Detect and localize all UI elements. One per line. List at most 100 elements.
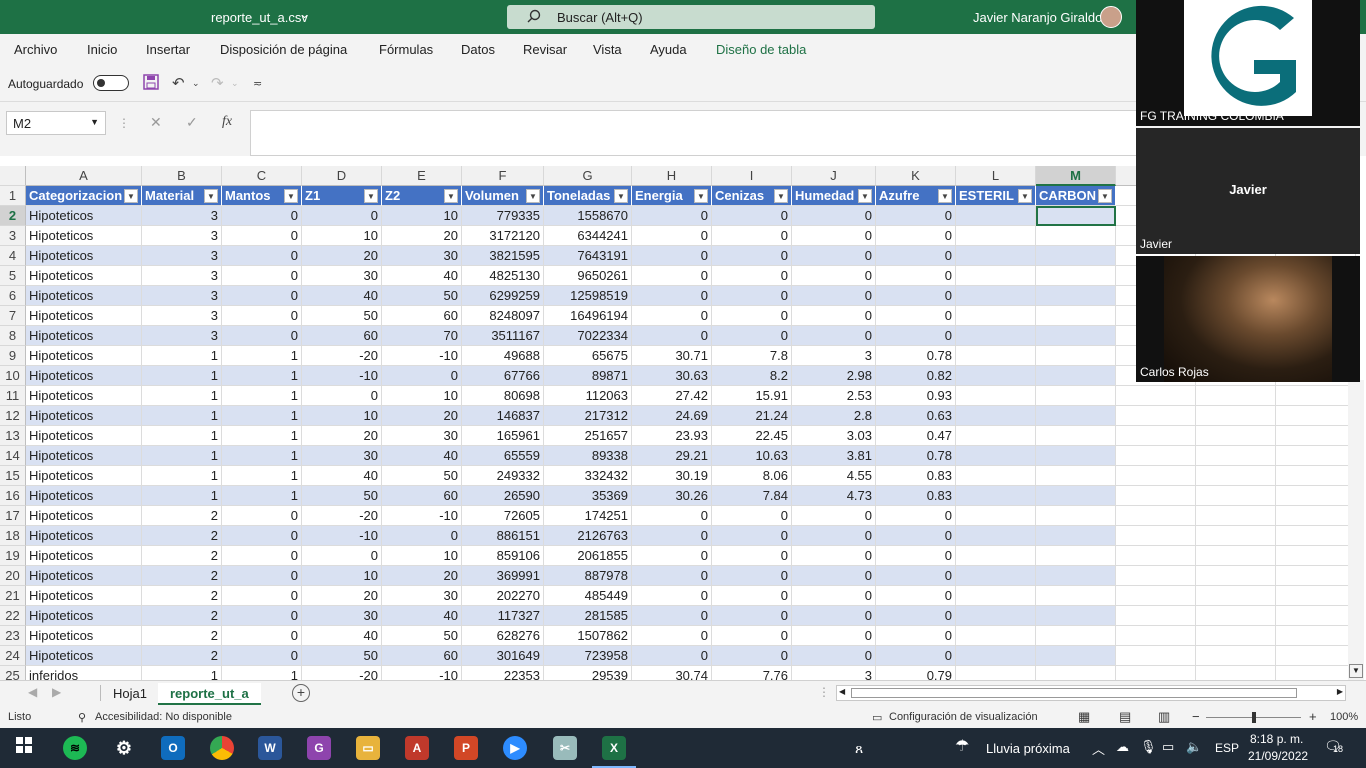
empty-cell[interactable] xyxy=(1196,446,1276,466)
table-cell[interactable]: 0 xyxy=(712,606,792,626)
customize-qat-icon[interactable]: ≂ xyxy=(253,77,262,90)
display-settings[interactable]: Configuración de visualización xyxy=(889,711,1038,723)
table-cell[interactable]: 7.84 xyxy=(712,486,792,506)
table-cell[interactable]: 0 xyxy=(222,266,302,286)
table-cell[interactable] xyxy=(1036,366,1116,386)
empty-cell[interactable] xyxy=(1196,426,1276,446)
table-cell[interactable]: 0 xyxy=(302,206,382,226)
table-cell[interactable]: Hipoteticos xyxy=(26,646,142,666)
row-header[interactable]: 20 xyxy=(0,566,26,586)
table-cell[interactable]: 3 xyxy=(142,286,222,306)
horizontal-scrollbar[interactable]: ◀ ▶ xyxy=(836,685,1346,701)
table-cell[interactable]: 0 xyxy=(712,246,792,266)
table-cell[interactable]: 0 xyxy=(712,226,792,246)
table-cell[interactable] xyxy=(1036,346,1116,366)
clock-date[interactable]: 21/09/2022 xyxy=(1248,749,1308,763)
table-header-cell[interactable]: Volumen ▼ xyxy=(462,186,544,206)
empty-cell[interactable] xyxy=(1196,546,1276,566)
table-cell[interactable] xyxy=(1036,326,1116,346)
row-header[interactable]: 22 xyxy=(0,606,26,626)
tab-inicio[interactable]: Inicio xyxy=(87,42,117,57)
table-cell[interactable]: 1 xyxy=(142,346,222,366)
table-cell[interactable]: 12598519 xyxy=(544,286,632,306)
table-cell[interactable]: 26590 xyxy=(462,486,544,506)
table-cell[interactable]: 1507862 xyxy=(544,626,632,646)
table-cell[interactable]: 0 xyxy=(382,366,462,386)
table-cell[interactable] xyxy=(1036,606,1116,626)
table-cell[interactable]: 0 xyxy=(632,206,712,226)
table-cell[interactable]: 89338 xyxy=(544,446,632,466)
column-header-m[interactable]: M xyxy=(1036,166,1116,186)
tab-disposicion[interactable]: Disposición de página xyxy=(220,42,347,57)
column-header-a[interactable]: A xyxy=(26,166,142,186)
empty-cell[interactable] xyxy=(1276,386,1356,406)
display-settings-icon[interactable]: ▭ xyxy=(872,711,882,724)
table-cell[interactable] xyxy=(1036,506,1116,526)
table-cell[interactable]: 0 xyxy=(632,506,712,526)
table-cell[interactable] xyxy=(956,426,1036,446)
table-cell[interactable]: 3.03 xyxy=(792,426,876,446)
table-cell[interactable]: 50 xyxy=(382,286,462,306)
table-cell[interactable]: 0 xyxy=(222,306,302,326)
empty-cell[interactable] xyxy=(1196,386,1276,406)
table-cell[interactable]: 40 xyxy=(302,626,382,646)
table-cell[interactable] xyxy=(956,226,1036,246)
empty-cell[interactable] xyxy=(1276,566,1356,586)
table-cell[interactable] xyxy=(956,486,1036,506)
table-cell[interactable]: 0 xyxy=(222,326,302,346)
excel-icon[interactable]: X xyxy=(602,736,626,760)
empty-cell[interactable] xyxy=(1196,626,1276,646)
table-cell[interactable]: 3 xyxy=(142,226,222,246)
table-cell[interactable]: 0 xyxy=(792,646,876,666)
table-cell[interactable]: 10 xyxy=(382,546,462,566)
table-cell[interactable]: 0 xyxy=(632,306,712,326)
table-cell[interactable]: 0.93 xyxy=(876,386,956,406)
table-cell[interactable]: 779335 xyxy=(462,206,544,226)
save-icon[interactable] xyxy=(143,74,159,94)
table-cell[interactable]: 30.26 xyxy=(632,486,712,506)
table-cell[interactable]: 3172120 xyxy=(462,226,544,246)
empty-cell[interactable] xyxy=(1276,486,1356,506)
table-cell[interactable]: 50 xyxy=(302,486,382,506)
table-cell[interactable]: -20 xyxy=(302,346,382,366)
empty-cell[interactable] xyxy=(1276,446,1356,466)
table-cell[interactable]: 0 xyxy=(792,586,876,606)
table-cell[interactable]: 89871 xyxy=(544,366,632,386)
table-cell[interactable]: 3 xyxy=(142,266,222,286)
table-cell[interactable]: 7.8 xyxy=(712,346,792,366)
table-cell[interactable]: 20 xyxy=(302,246,382,266)
table-cell[interactable]: -10 xyxy=(382,346,462,366)
table-cell[interactable]: 0 xyxy=(876,646,956,666)
table-cell[interactable]: 8248097 xyxy=(462,306,544,326)
weather-text[interactable]: Lluvia próxima xyxy=(986,741,1070,756)
video-tile-fg[interactable]: FG TRAINING COLOMBIA xyxy=(1136,0,1360,126)
zoom-in-icon[interactable]: + xyxy=(1309,709,1317,724)
tab-revisar[interactable]: Revisar xyxy=(523,42,567,57)
table-cell[interactable]: 40 xyxy=(382,606,462,626)
filter-dropdown-icon[interactable]: ▼ xyxy=(774,189,788,203)
table-cell[interactable]: 30.63 xyxy=(632,366,712,386)
table-cell[interactable]: Hipoteticos xyxy=(26,446,142,466)
scroll-down-icon[interactable]: ▼ xyxy=(1349,664,1363,678)
row-header[interactable]: 9 xyxy=(0,346,26,366)
zoom-out-icon[interactable]: − xyxy=(1192,709,1200,724)
table-cell[interactable]: 60 xyxy=(382,306,462,326)
row-header[interactable]: 7 xyxy=(0,306,26,326)
table-cell[interactable] xyxy=(956,286,1036,306)
table-cell[interactable]: 332432 xyxy=(544,466,632,486)
table-cell[interactable]: 50 xyxy=(302,306,382,326)
column-header-i[interactable]: I xyxy=(712,166,792,186)
table-cell[interactable]: 9650261 xyxy=(544,266,632,286)
table-cell[interactable]: 249332 xyxy=(462,466,544,486)
table-cell[interactable]: 0 xyxy=(632,226,712,246)
table-cell[interactable]: 1558670 xyxy=(544,206,632,226)
table-cell[interactable]: 0 xyxy=(792,286,876,306)
table-cell[interactable]: 1 xyxy=(222,346,302,366)
row-header[interactable]: 14 xyxy=(0,446,26,466)
table-cell[interactable]: 0 xyxy=(792,546,876,566)
table-cell[interactable]: 0 xyxy=(712,326,792,346)
table-cell[interactable]: Hipoteticos xyxy=(26,426,142,446)
pdf-app-icon[interactable]: G xyxy=(307,736,331,760)
table-cell[interactable]: 112063 xyxy=(544,386,632,406)
table-cell[interactable] xyxy=(956,466,1036,486)
